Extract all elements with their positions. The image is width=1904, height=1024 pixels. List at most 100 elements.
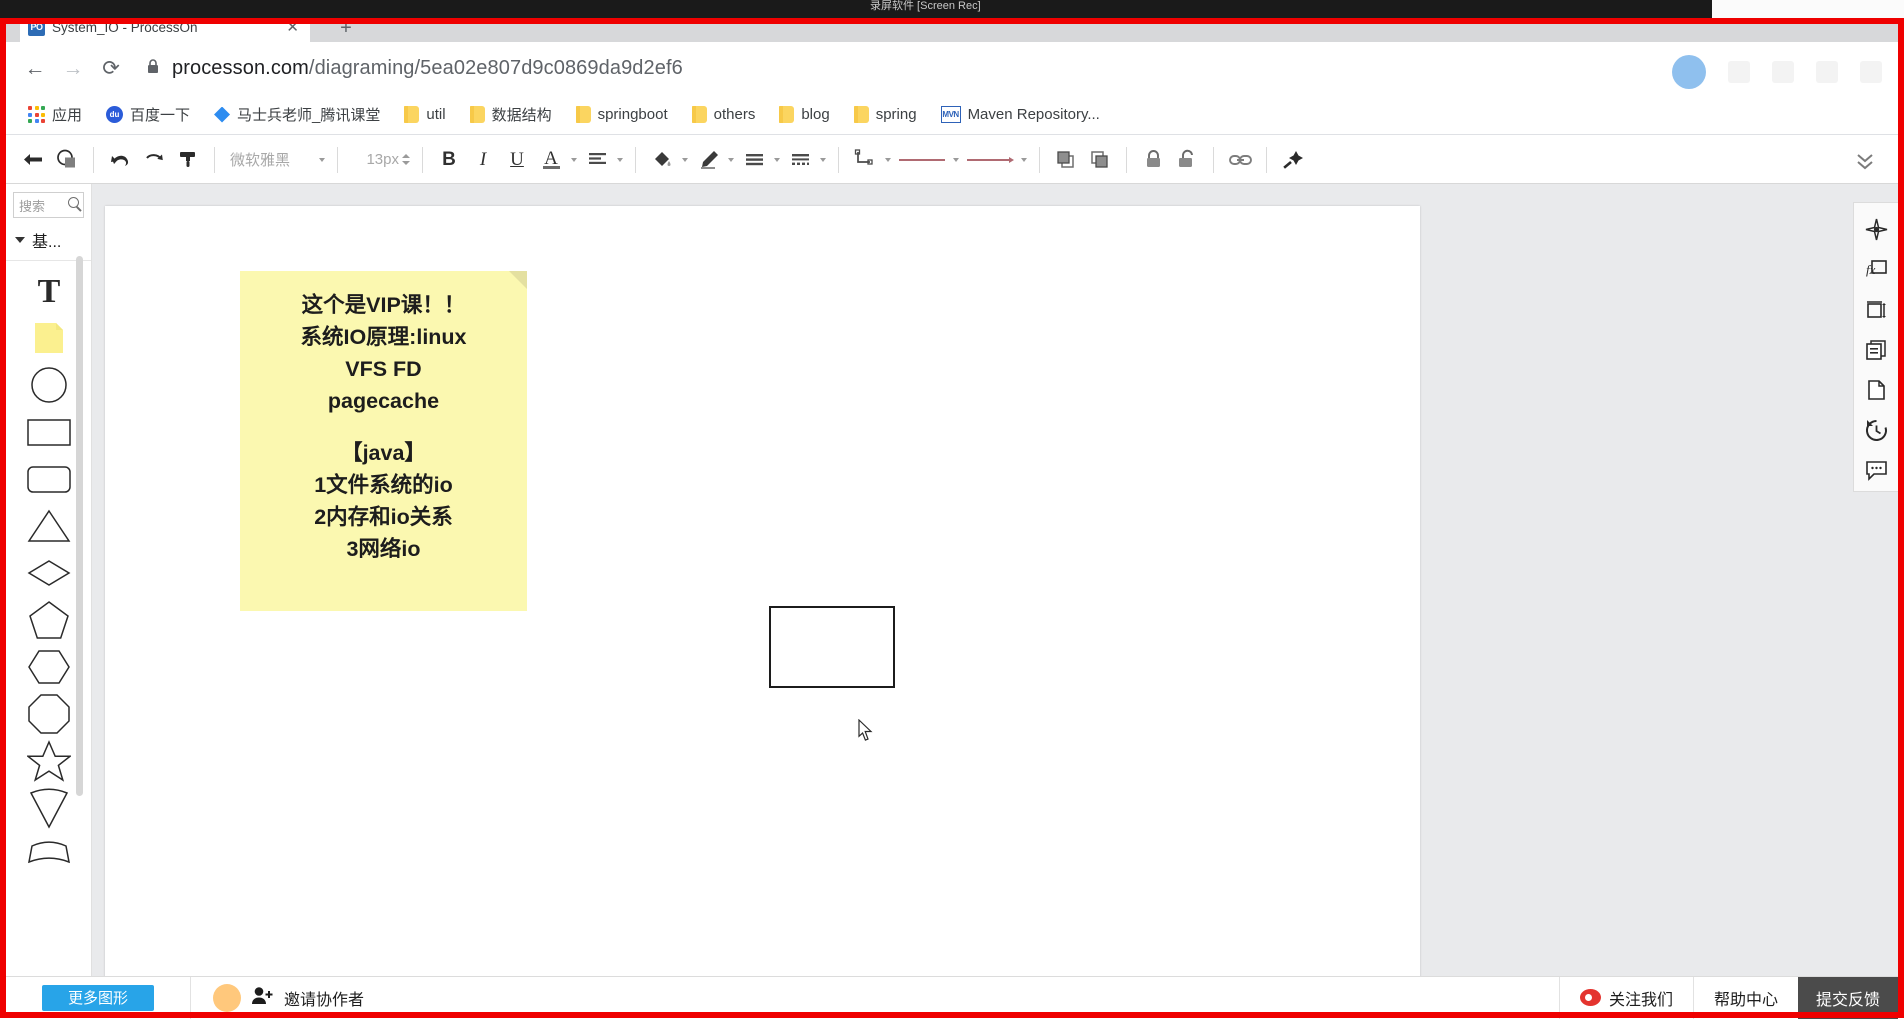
folder-icon — [469, 106, 485, 123]
sticky-line-4: pagecache — [327, 389, 440, 413]
history-icon[interactable] — [1854, 410, 1899, 450]
extension-icon-2[interactable] — [1772, 61, 1794, 83]
bring-to-front-icon[interactable] — [1049, 144, 1083, 176]
chevron-down-icon[interactable] — [614, 144, 626, 176]
chevron-double-down-icon[interactable] — [1854, 150, 1876, 178]
bold-label: B — [442, 148, 456, 170]
solid-line-icon[interactable] — [894, 144, 950, 176]
back-arrow-icon[interactable] — [16, 144, 50, 176]
forward-button[interactable]: → — [54, 50, 92, 88]
bottom-status-bar: 更多图形 邀请协作者 关注我们 帮助中心 提交反馈 — [6, 976, 1898, 1019]
arc-shape[interactable] — [6, 831, 91, 878]
font-name-select[interactable]: 微软雅黑 — [224, 144, 328, 176]
more-shapes-button[interactable]: 更多图形 — [42, 984, 154, 1011]
send-to-back-icon[interactable] — [1083, 144, 1117, 176]
underline-button[interactable]: U — [500, 144, 534, 176]
bold-button[interactable]: B — [432, 144, 466, 176]
bookmark-blog[interactable]: blog — [769, 102, 839, 127]
folder-icon — [404, 106, 420, 123]
follow-us-button[interactable]: 关注我们 — [1558, 976, 1693, 1019]
new-tab-button[interactable]: + — [332, 24, 360, 42]
chevron-down-icon[interactable] — [679, 144, 691, 176]
fill-bucket-icon[interactable] — [645, 144, 679, 176]
reload-button[interactable]: ⟳ — [92, 50, 130, 88]
toolbar-group-magic — [1276, 144, 1310, 176]
select-shape-icon[interactable] — [50, 144, 84, 176]
chevron-down-icon[interactable] — [725, 144, 737, 176]
navigator-icon[interactable] — [1854, 209, 1899, 249]
shape-category-header[interactable]: 基... — [6, 218, 91, 261]
align-left-icon[interactable] — [580, 144, 614, 176]
bookmark-spring[interactable]: spring — [844, 102, 927, 127]
undo-icon[interactable] — [103, 144, 137, 176]
browser-menu-icon[interactable] — [1860, 61, 1882, 83]
shapes-panel: 搜索 基... T — [6, 184, 92, 1012]
redo-icon[interactable] — [137, 144, 171, 176]
bookmark-datastructure[interactable]: 数据结构 — [460, 100, 562, 129]
italic-label: I — [479, 148, 487, 170]
chevron-down-icon[interactable] — [950, 144, 962, 176]
lock-open-icon[interactable] — [1170, 144, 1204, 176]
shapes-panel-scrollbar[interactable] — [76, 256, 83, 796]
bookmark-tencent-class[interactable]: 马士兵老师_腾讯课堂 — [204, 100, 390, 129]
resize-icon[interactable] — [1854, 290, 1899, 330]
formula-icon[interactable]: fx — [1854, 249, 1899, 289]
italic-button[interactable]: I — [466, 144, 500, 176]
canvas-area[interactable]: 这个是VIP课！！ 系统IO原理:linux VFS FD pagecache … — [92, 184, 1898, 1012]
line-style-icon[interactable] — [737, 144, 771, 176]
link-icon[interactable] — [1223, 144, 1257, 176]
connector-icon[interactable] — [848, 144, 882, 176]
bookmark-label: Maven Repository... — [967, 106, 1100, 123]
help-center-button[interactable]: 帮助中心 — [1692, 976, 1798, 1019]
bookmark-maven[interactable]: MVN Maven Repository... — [931, 102, 1110, 127]
format-painter-icon[interactable] — [171, 144, 205, 176]
extension-icon-3[interactable] — [1816, 61, 1838, 83]
bookmark-apps[interactable]: 应用 — [18, 100, 92, 129]
stepper-arrows-icon[interactable] — [402, 154, 413, 165]
layers-icon[interactable] — [1854, 330, 1899, 370]
chevron-down-icon[interactable] — [316, 144, 328, 176]
underline-label: U — [510, 148, 524, 170]
font-size-stepper[interactable]: 13px — [347, 144, 413, 176]
chevron-down-icon[interactable] — [817, 144, 829, 176]
search-icon[interactable] — [68, 197, 79, 208]
empty-rectangle-shape[interactable] — [769, 606, 895, 688]
submit-feedback-label: 提交反馈 — [1815, 991, 1880, 1009]
apps-grid-icon — [28, 106, 45, 123]
sticky-line-6: 1文件系统的io — [314, 473, 453, 497]
browser-tab[interactable]: PO System_IO - ProcessOn ✕ — [20, 24, 310, 44]
extension-icon-1[interactable] — [1728, 61, 1750, 83]
diagram-page[interactable]: 这个是VIP课！！ 系统IO原理:linux VFS FD pagecache … — [105, 206, 1545, 996]
address-bar[interactable]: processon.com/diagraming/5ea02e807d9c086… — [146, 57, 683, 80]
invite-collaborator-button[interactable]: 邀请协作者 — [213, 983, 364, 1012]
toolbar-group-undo — [103, 144, 205, 176]
bookmark-baidu[interactable]: du 百度一下 — [96, 100, 200, 129]
profile-avatar[interactable] — [1672, 55, 1706, 89]
sticky-note-element[interactable]: 这个是VIP课！！ 系统IO原理:linux VFS FD pagecache … — [240, 271, 527, 611]
chevron-down-icon[interactable] — [771, 144, 783, 176]
back-button[interactable]: ← — [16, 50, 54, 88]
svg-text:fx: fx — [1866, 262, 1876, 277]
lock-closed-icon[interactable] — [1136, 144, 1170, 176]
search-input[interactable]: 搜索 — [13, 192, 84, 218]
sticky-blank-line — [252, 417, 515, 437]
comment-icon[interactable] — [1854, 451, 1899, 491]
submit-feedback-button[interactable]: 提交反馈 — [1797, 976, 1898, 1019]
tab-close-icon[interactable]: ✕ — [283, 24, 302, 36]
border-style-icon[interactable] — [783, 144, 817, 176]
bookmarks-bar: 应用 du 百度一下 马士兵老师_腾讯课堂 util 数据结构 springbo… — [6, 95, 1898, 135]
bookmark-others[interactable]: others — [682, 102, 766, 127]
bookmark-label: springboot — [597, 106, 668, 123]
chevron-down-icon[interactable] — [882, 144, 894, 176]
page-icon[interactable] — [1854, 370, 1899, 410]
chevron-down-icon[interactable] — [1018, 144, 1030, 176]
chevron-down-icon[interactable] — [568, 144, 580, 176]
arrow-line-icon[interactable] — [962, 144, 1018, 176]
font-color-button[interactable]: A — [534, 144, 568, 176]
magic-wand-icon[interactable] — [1276, 144, 1310, 176]
bookmark-label: 百度一下 — [130, 107, 191, 124]
bookmark-springboot[interactable]: springboot — [566, 102, 678, 127]
baidu-icon: du — [106, 106, 124, 123]
bookmark-util[interactable]: util — [394, 102, 455, 127]
pen-icon[interactable] — [691, 144, 725, 176]
